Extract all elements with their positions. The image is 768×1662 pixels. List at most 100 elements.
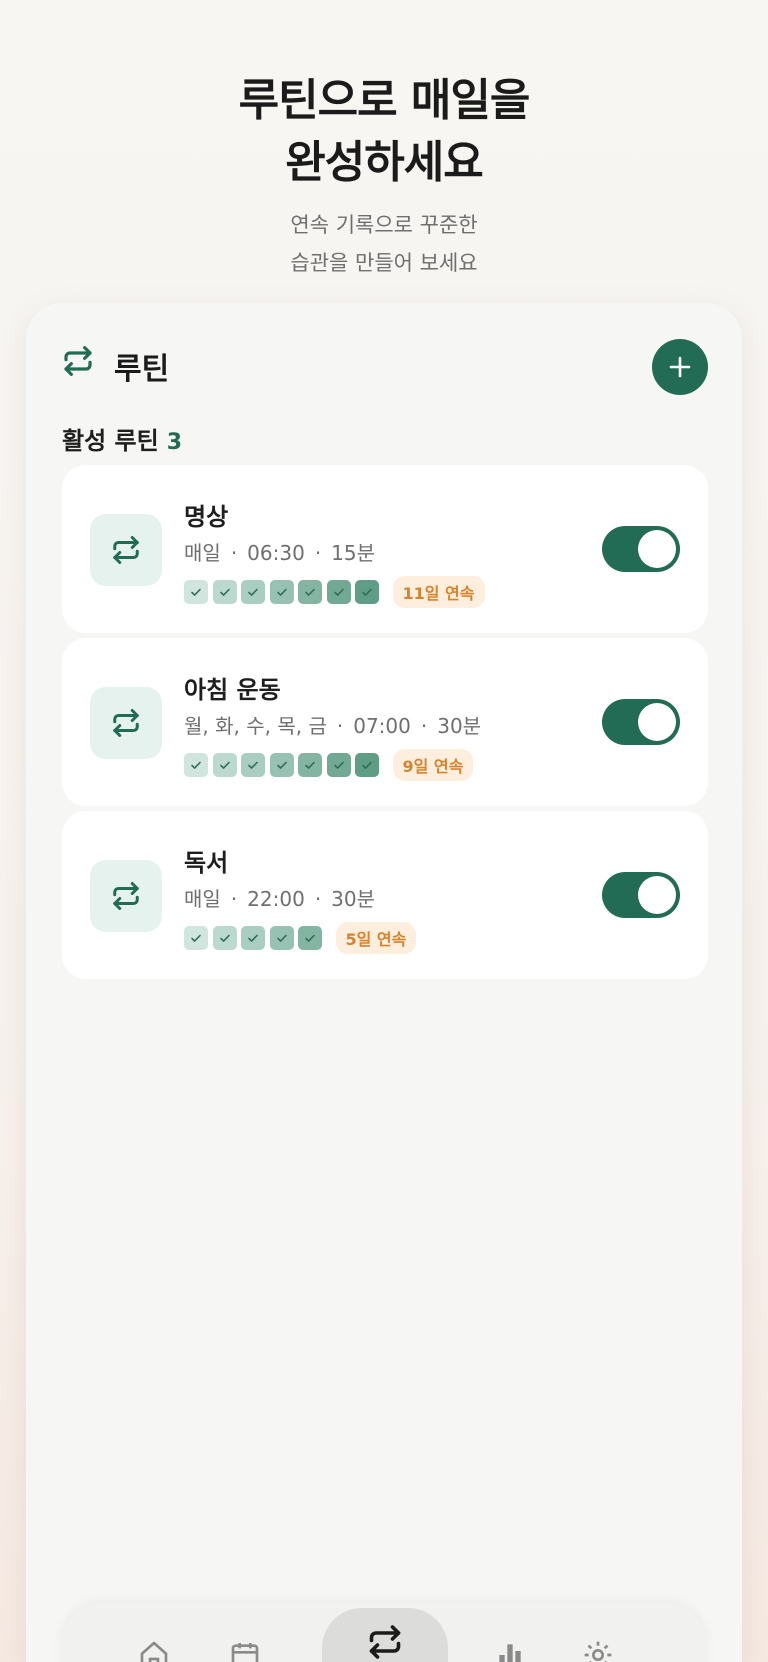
app-screen: 루틴 활성 루틴 3 명상 매일 · 06:30 · 15분 11일 연속 아침…: [26, 303, 742, 1662]
completed-day-check: [355, 753, 379, 777]
separator-dot: ·: [314, 541, 322, 565]
plus-icon: [669, 356, 691, 378]
hero-title-line2: 완성하세요: [285, 137, 483, 188]
hero-sub-line1: 연속 기록으로 꾸준한: [290, 213, 478, 237]
completed-day-check: [298, 580, 322, 604]
check-icon: [219, 761, 230, 769]
routine-toggle[interactable]: [602, 699, 680, 745]
routine-duration: 30분: [331, 887, 376, 911]
tab-home[interactable]: [114, 1603, 194, 1662]
check-icon: [333, 761, 344, 769]
check-icon: [219, 934, 230, 942]
routine-duration: 30분: [437, 714, 482, 738]
hero-subtitle: 연속 기록으로 꾸준한 습관을 만들어 보세요: [0, 206, 768, 282]
check-icon: [219, 588, 230, 596]
check-icon: [305, 761, 315, 769]
routine-meta: 매일 · 22:00 · 30분: [184, 883, 375, 912]
routine-name: 명상: [184, 503, 229, 531]
routine-time: 22:00: [247, 887, 305, 911]
bottom-tab-bar: [62, 1603, 706, 1662]
streak-badge: 9일 연속: [392, 749, 474, 781]
section-label: 활성 루틴 3: [62, 421, 182, 456]
toggle-knob: [638, 703, 676, 741]
repeat-icon: [62, 345, 94, 377]
routine-time: 07:00: [353, 714, 411, 738]
toggle-knob: [638, 530, 676, 568]
check-icon: [191, 588, 201, 596]
routine-meta: 월, 화, 수, 목, 금 · 07:00 · 30분: [184, 710, 481, 739]
hero: 루틴으로 매일을 완성하세요 연속 기록으로 꾸준한 습관을 만들어 보세요: [0, 70, 768, 282]
completed-day-check: [269, 580, 294, 604]
completed-day-check: [298, 926, 322, 950]
completed-day-check: [269, 753, 294, 777]
check-icon: [276, 761, 287, 769]
streak-history: 11일 연속: [184, 576, 485, 608]
completed-day-check: [241, 580, 265, 604]
check-icon: [305, 934, 315, 942]
routine-icon-box: [90, 514, 162, 586]
routine-duration: 15분: [331, 541, 376, 565]
repeat-icon: [113, 882, 139, 910]
repeat-icon: [369, 1625, 401, 1659]
completed-day-check: [241, 926, 265, 950]
completed-day-check: [355, 580, 379, 604]
completed-day-check: [326, 580, 351, 604]
separator-dot: ·: [230, 541, 238, 565]
tab-calendar[interactable]: [205, 1603, 285, 1662]
completed-day-check: [298, 753, 322, 777]
separator-dot: ·: [420, 714, 428, 738]
hero-title-line1: 루틴으로 매일을: [238, 75, 531, 126]
routine-card[interactable]: 명상 매일 · 06:30 · 15분 11일 연속: [62, 465, 708, 633]
routine-toggle[interactable]: [602, 872, 680, 918]
completed-day-check: [212, 580, 237, 604]
routine-name: 아침 운동: [184, 676, 281, 704]
toggle-knob: [638, 876, 676, 914]
routine-card[interactable]: 아침 운동 월, 화, 수, 목, 금 · 07:00 · 30분 9일 연속: [62, 638, 708, 806]
home-icon: [140, 1641, 168, 1662]
check-icon: [362, 588, 372, 596]
separator-dot: ·: [336, 714, 344, 738]
tab-stats[interactable]: [470, 1603, 550, 1662]
completed-day-check: [326, 753, 351, 777]
check-icon: [191, 934, 201, 942]
completed-day-check: [184, 753, 208, 777]
check-icon: [248, 761, 258, 769]
routine-schedule: 매일: [184, 887, 221, 911]
routine-toggle[interactable]: [602, 526, 680, 572]
check-icon: [305, 588, 315, 596]
repeat-icon: [113, 709, 139, 737]
routine-meta: 매일 · 06:30 · 15분: [184, 537, 375, 566]
check-icon: [248, 934, 258, 942]
bar-chart-icon: [499, 1644, 521, 1662]
check-icon: [248, 588, 258, 596]
gear-icon: [584, 1641, 612, 1662]
page-title: 루틴: [114, 352, 170, 387]
app-header: 루틴: [62, 333, 708, 395]
routine-time: 06:30: [247, 541, 305, 565]
calendar-icon: [231, 1643, 259, 1662]
check-icon: [276, 934, 287, 942]
completed-day-check: [184, 926, 208, 950]
routine-schedule: 매일: [184, 541, 221, 565]
completed-day-check: [184, 580, 208, 604]
tab-settings[interactable]: [558, 1603, 638, 1662]
check-icon: [276, 588, 287, 596]
repeat-icon: [113, 536, 139, 564]
completed-day-check: [269, 926, 294, 950]
routine-name: 독서: [184, 849, 229, 877]
check-icon: [191, 761, 201, 769]
tab-routine[interactable]: [322, 1608, 448, 1662]
streak-history: 9일 연속: [184, 749, 474, 781]
check-icon: [362, 761, 372, 769]
routine-count: 3: [166, 430, 182, 455]
streak-history: 5일 연속: [184, 922, 417, 954]
check-icon: [333, 588, 344, 596]
completed-day-check: [212, 926, 237, 950]
separator-dot: ·: [314, 887, 322, 911]
add-routine-button[interactable]: [652, 339, 708, 395]
separator-dot: ·: [230, 887, 238, 911]
hero-sub-line2: 습관을 만들어 보세요: [290, 251, 478, 275]
streak-badge: 5일 연속: [335, 922, 417, 954]
section-title: 활성 루틴: [62, 427, 159, 455]
routine-card[interactable]: 독서 매일 · 22:00 · 30분 5일 연속: [62, 811, 708, 979]
